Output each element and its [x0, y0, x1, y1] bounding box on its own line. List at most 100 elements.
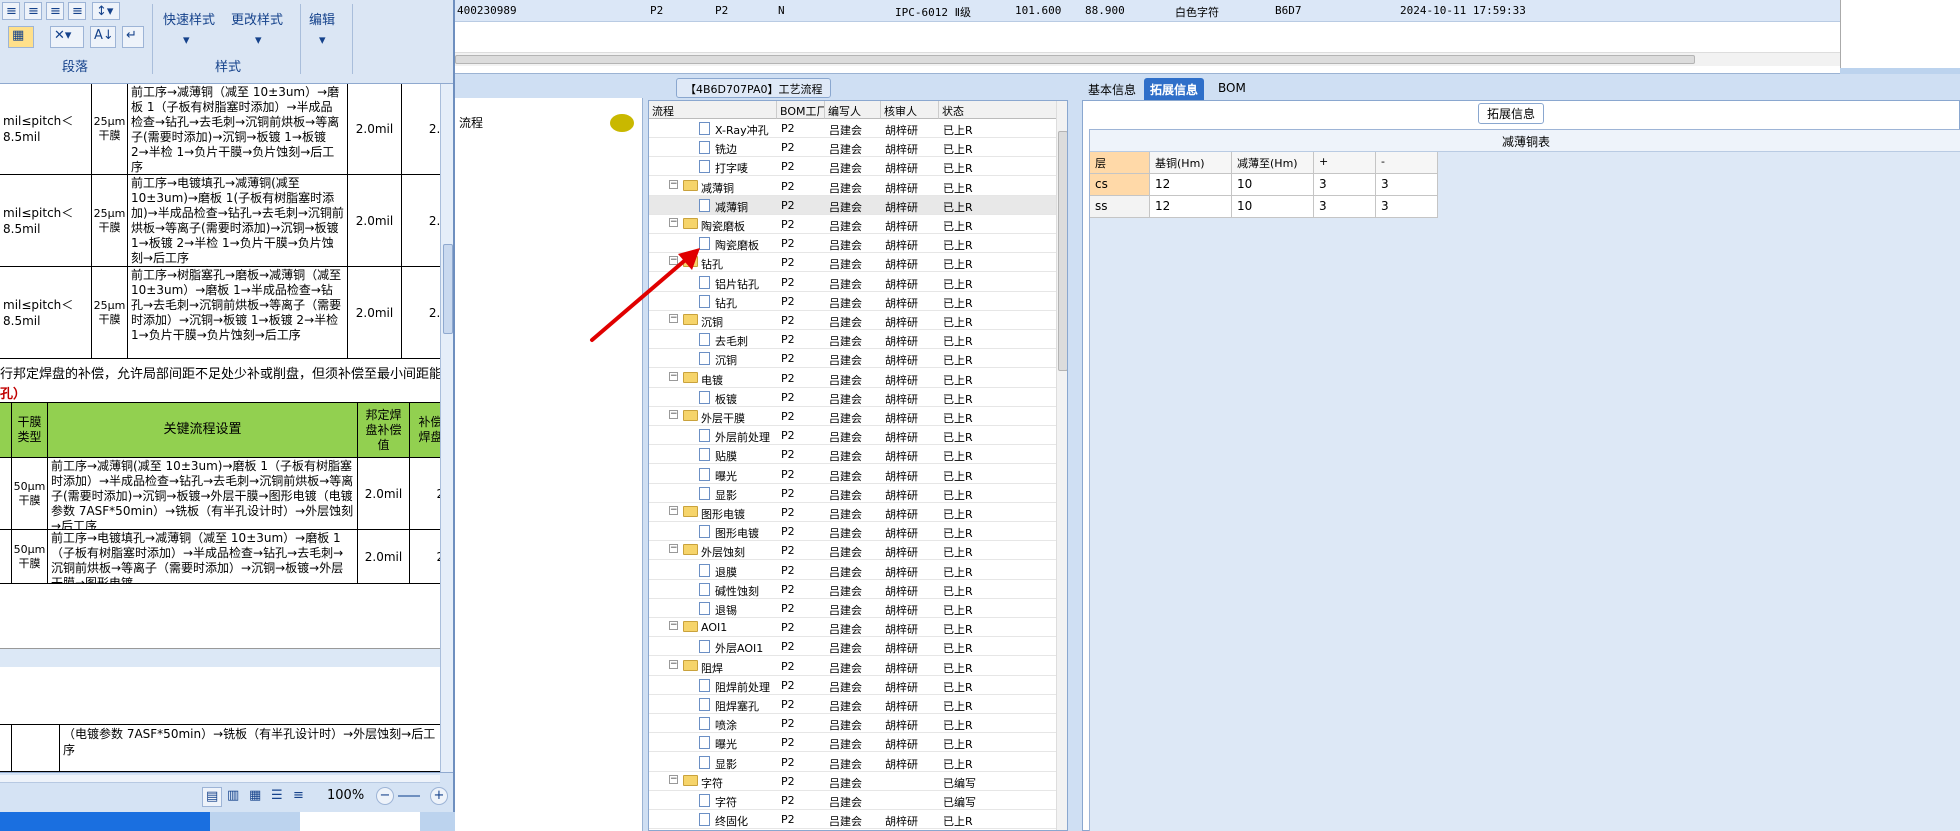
- process-row[interactable]: 铣边 P2 吕建会 胡梓研 已上R: [649, 138, 1059, 158]
- process-row[interactable]: 退膜 P2 吕建会 胡梓研 已上R: [649, 561, 1059, 580]
- process-row[interactable]: 板镀 P2 吕建会 胡梓研 已上R: [649, 388, 1059, 407]
- process-row[interactable]: 喷涂 P2 吕建会 胡梓研 已上R: [649, 714, 1059, 734]
- process-row[interactable]: 碱性蚀刻 P2 吕建会 胡梓研 已上R: [649, 580, 1059, 599]
- process-row[interactable]: X-Ray冲孔 P2 吕建会 胡梓研 已上R: [649, 119, 1059, 138]
- justify-icon[interactable]: ≡: [68, 2, 86, 20]
- reading-layout-icon[interactable]: ▥: [224, 787, 244, 807]
- change-styles-dropdown-icon[interactable]: ▾: [252, 32, 265, 49]
- process-row[interactable]: 显影 P2 吕建会 胡梓研 已上R: [649, 484, 1059, 503]
- align-center-icon[interactable]: ≡: [24, 2, 42, 20]
- expand-toggle-icon[interactable]: −: [669, 774, 678, 784]
- process-row[interactable]: 铝片钻孔 P2 吕建会 胡梓研 已上R: [649, 273, 1059, 292]
- scroll-thumb[interactable]: [1058, 131, 1067, 371]
- process-row[interactable]: 外层前处理 P2 吕建会 胡梓研 已上R: [649, 426, 1059, 446]
- process-vertical-scrollbar[interactable]: [1056, 101, 1067, 830]
- ext-cell[interactable]: 10: [1232, 196, 1314, 218]
- process-row[interactable]: 字符 P2 吕建会 已编写: [649, 791, 1059, 810]
- process-row[interactable]: − 阻焊 P2 吕建会 胡梓研 已上R: [649, 657, 1059, 676]
- process-row[interactable]: − 电镀 P2 吕建会 胡梓研 已上R: [649, 369, 1059, 388]
- ext-cell[interactable]: cs: [1090, 174, 1150, 196]
- column-header-1[interactable]: BOM工厂: [777, 101, 825, 119]
- process-row[interactable]: 贴膜 P2 吕建会 胡梓研 已上R: [649, 445, 1059, 465]
- process-row[interactable]: 去毛刺 P2 吕建会 胡梓研 已上R: [649, 330, 1059, 350]
- process-row[interactable]: 打字唛 P2 吕建会 胡梓研 已上R: [649, 157, 1059, 177]
- top-horizontal-scrollbar[interactable]: [455, 52, 1840, 66]
- document-horizontal-scrollbar[interactable]: [0, 775, 440, 783]
- column-header-0[interactable]: 流程: [649, 101, 777, 119]
- expand-toggle-icon[interactable]: −: [669, 659, 678, 669]
- process-row[interactable]: 终固化 P2 吕建会 胡梓研 已上R: [649, 810, 1059, 830]
- expand-toggle-icon[interactable]: −: [669, 506, 678, 515]
- process-row[interactable]: 阻焊前处理 P2 吕建会 胡梓研 已上R: [649, 676, 1059, 695]
- process-row[interactable]: − AOI1 P2 吕建会 胡梓研 已上R: [649, 618, 1059, 638]
- process-row[interactable]: 钻孔 P2 吕建会 胡梓研 已上R: [649, 292, 1059, 311]
- expand-toggle-icon[interactable]: −: [669, 544, 678, 554]
- align-right-icon[interactable]: ≡: [46, 2, 64, 20]
- process-row[interactable]: 陶瓷磨板 P2 吕建会 胡梓研 已上R: [649, 234, 1059, 254]
- ext-header-1[interactable]: 基铜(Hm): [1150, 152, 1232, 174]
- ext-cell[interactable]: 12: [1150, 196, 1232, 218]
- process-row[interactable]: − 沉铜 P2 吕建会 胡梓研 已上R: [649, 311, 1059, 330]
- process-row[interactable]: 图形电镀 P2 吕建会 胡梓研 已上R: [649, 522, 1059, 542]
- expand-toggle-icon[interactable]: −: [669, 218, 678, 227]
- scroll-thumb[interactable]: [455, 55, 1695, 64]
- process-row[interactable]: 阻焊塞孔 P2 吕建会 胡梓研 已上R: [649, 695, 1059, 714]
- print-layout-icon[interactable]: ▤: [202, 787, 222, 807]
- edit-dropdown-icon[interactable]: ▾: [316, 32, 329, 49]
- edit-button[interactable]: 编辑: [306, 8, 338, 29]
- process-row[interactable]: − 外层蚀刻 P2 吕建会 胡梓研 已上R: [649, 541, 1059, 561]
- align-left-icon[interactable]: ≡: [2, 2, 20, 20]
- document-vertical-scrollbar[interactable]: [440, 84, 453, 772]
- quick-styles-dropdown-icon[interactable]: ▾: [180, 32, 193, 49]
- zoom-out-icon[interactable]: −: [376, 787, 394, 805]
- zoom-in-icon[interactable]: +: [430, 787, 448, 805]
- chinese-layout-icon[interactable]: ✕▾: [50, 26, 84, 48]
- ext-header-4[interactable]: -: [1376, 152, 1438, 174]
- process-row[interactable]: − 外层干膜 P2 吕建会 胡梓研 已上R: [649, 407, 1059, 426]
- process-row[interactable]: 退锡 P2 吕建会 胡梓研 已上R: [649, 599, 1059, 618]
- process-row[interactable]: 显影 P2 吕建会 胡梓研 已上R: [649, 753, 1059, 772]
- quick-styles-button[interactable]: 快速样式: [160, 8, 218, 29]
- ext-cell[interactable]: ss: [1090, 196, 1150, 218]
- tab-bom[interactable]: BOM: [1212, 78, 1252, 100]
- process-row[interactable]: − 字符 P2 吕建会 已编写: [649, 772, 1059, 791]
- shading-icon[interactable]: ▦: [8, 26, 34, 48]
- expand-toggle-icon[interactable]: −: [669, 371, 678, 381]
- process-row[interactable]: − 减薄铜 P2 吕建会 胡梓研 已上R: [649, 177, 1059, 196]
- ext-cell[interactable]: 10: [1232, 174, 1314, 196]
- process-row[interactable]: 曝光 P2 吕建会 胡梓研 已上R: [649, 465, 1059, 484]
- process-row[interactable]: − 钻孔 P2 吕建会 胡梓研 已上R: [649, 253, 1059, 273]
- expand-toggle-icon[interactable]: −: [669, 410, 678, 419]
- column-header-2[interactable]: 编写人: [825, 101, 881, 119]
- column-header-3[interactable]: 核审人: [881, 101, 939, 119]
- web-layout-icon[interactable]: ▦: [246, 787, 266, 807]
- draft-icon[interactable]: ≡: [290, 787, 310, 807]
- erp-top-row[interactable]: 400230989 P2 P2 N IPC-6012 Ⅱ级 101.600 88…: [455, 0, 1840, 22]
- ext-header-0[interactable]: 层: [1090, 152, 1150, 174]
- ext-cell[interactable]: 3: [1376, 174, 1438, 196]
- chat-bubble-icon[interactable]: [610, 114, 634, 132]
- process-row[interactable]: 外层AOI1 P2 吕建会 胡梓研 已上R: [649, 637, 1059, 657]
- zoom-level[interactable]: 100%: [324, 787, 367, 804]
- ext-header-3[interactable]: +: [1314, 152, 1376, 174]
- process-row[interactable]: 减薄铜 P2 吕建会 胡梓研 已上R: [649, 195, 1059, 215]
- change-styles-button[interactable]: 更改样式: [228, 8, 286, 29]
- tab-basic-info[interactable]: 基本信息: [1082, 78, 1142, 100]
- line-spacing-icon[interactable]: ↕▾: [92, 2, 120, 20]
- process-row[interactable]: − 陶瓷磨板 P2 吕建会 胡梓研 已上R: [649, 215, 1059, 234]
- ext-cell[interactable]: 12: [1150, 174, 1232, 196]
- process-row[interactable]: − 图形电镀 P2 吕建会 胡梓研 已上R: [649, 503, 1059, 522]
- outline-icon[interactable]: ☰: [268, 787, 288, 807]
- expand-toggle-icon[interactable]: −: [669, 179, 678, 189]
- ext-cell[interactable]: 3: [1314, 174, 1376, 196]
- ext-cell[interactable]: 3: [1376, 196, 1438, 218]
- scroll-thumb[interactable]: [443, 244, 453, 334]
- ext-cell[interactable]: 3: [1314, 196, 1376, 218]
- column-header-4[interactable]: 状态: [939, 101, 1057, 119]
- document-page[interactable]: mil≤pitch＜8.5mil 25μm干膜 前工序→减薄铜（减至 10±3um）…: [0, 84, 440, 772]
- expand-toggle-icon[interactable]: −: [669, 621, 678, 631]
- sort-icon[interactable]: A↓: [90, 26, 116, 48]
- process-row[interactable]: 沉铜 P2 吕建会 胡梓研 已上R: [649, 349, 1059, 369]
- process-row[interactable]: 曝光 P2 吕建会 胡梓研 已上R: [649, 733, 1059, 753]
- ext-header-2[interactable]: 减薄至(Hm): [1232, 152, 1314, 174]
